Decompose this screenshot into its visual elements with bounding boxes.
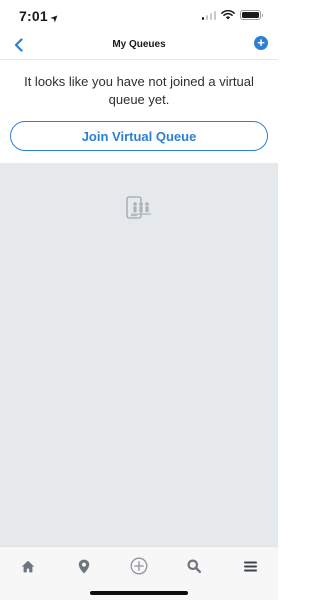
plus-circle-icon: + [257,35,265,50]
status-bar: 7:01➤ [0,0,278,30]
join-virtual-queue-button[interactable]: Join Virtual Queue [10,121,268,151]
battery-icon [240,10,263,20]
cellular-signal-icon [201,10,216,20]
map-pin-icon [78,559,90,573]
tab-search[interactable] [183,555,205,577]
tab-map[interactable] [73,555,95,577]
status-time: 7:01➤ [19,8,63,26]
home-icon [21,560,35,572]
add-queue-button[interactable]: + [254,36,268,50]
home-indicator [90,591,188,595]
virtual-queue-icon [126,196,151,219]
nav-header: My Queues + [0,30,278,60]
plus-circle-icon [130,557,148,575]
menu-icon [243,561,257,571]
status-icons [201,10,263,20]
tab-add[interactable] [128,555,150,577]
tab-menu[interactable] [239,555,261,577]
empty-message: It looks like you have not joined a virt… [24,74,254,107]
status-time-text: 7:01 [19,8,48,24]
location-arrow-icon: ➤ [48,11,63,26]
page-title: My Queues [112,39,166,50]
tab-home[interactable] [17,555,39,577]
queue-list-area [0,163,278,546]
search-icon [187,559,201,573]
wifi-icon [221,10,235,20]
empty-state: It looks like you have not joined a virt… [0,61,278,163]
